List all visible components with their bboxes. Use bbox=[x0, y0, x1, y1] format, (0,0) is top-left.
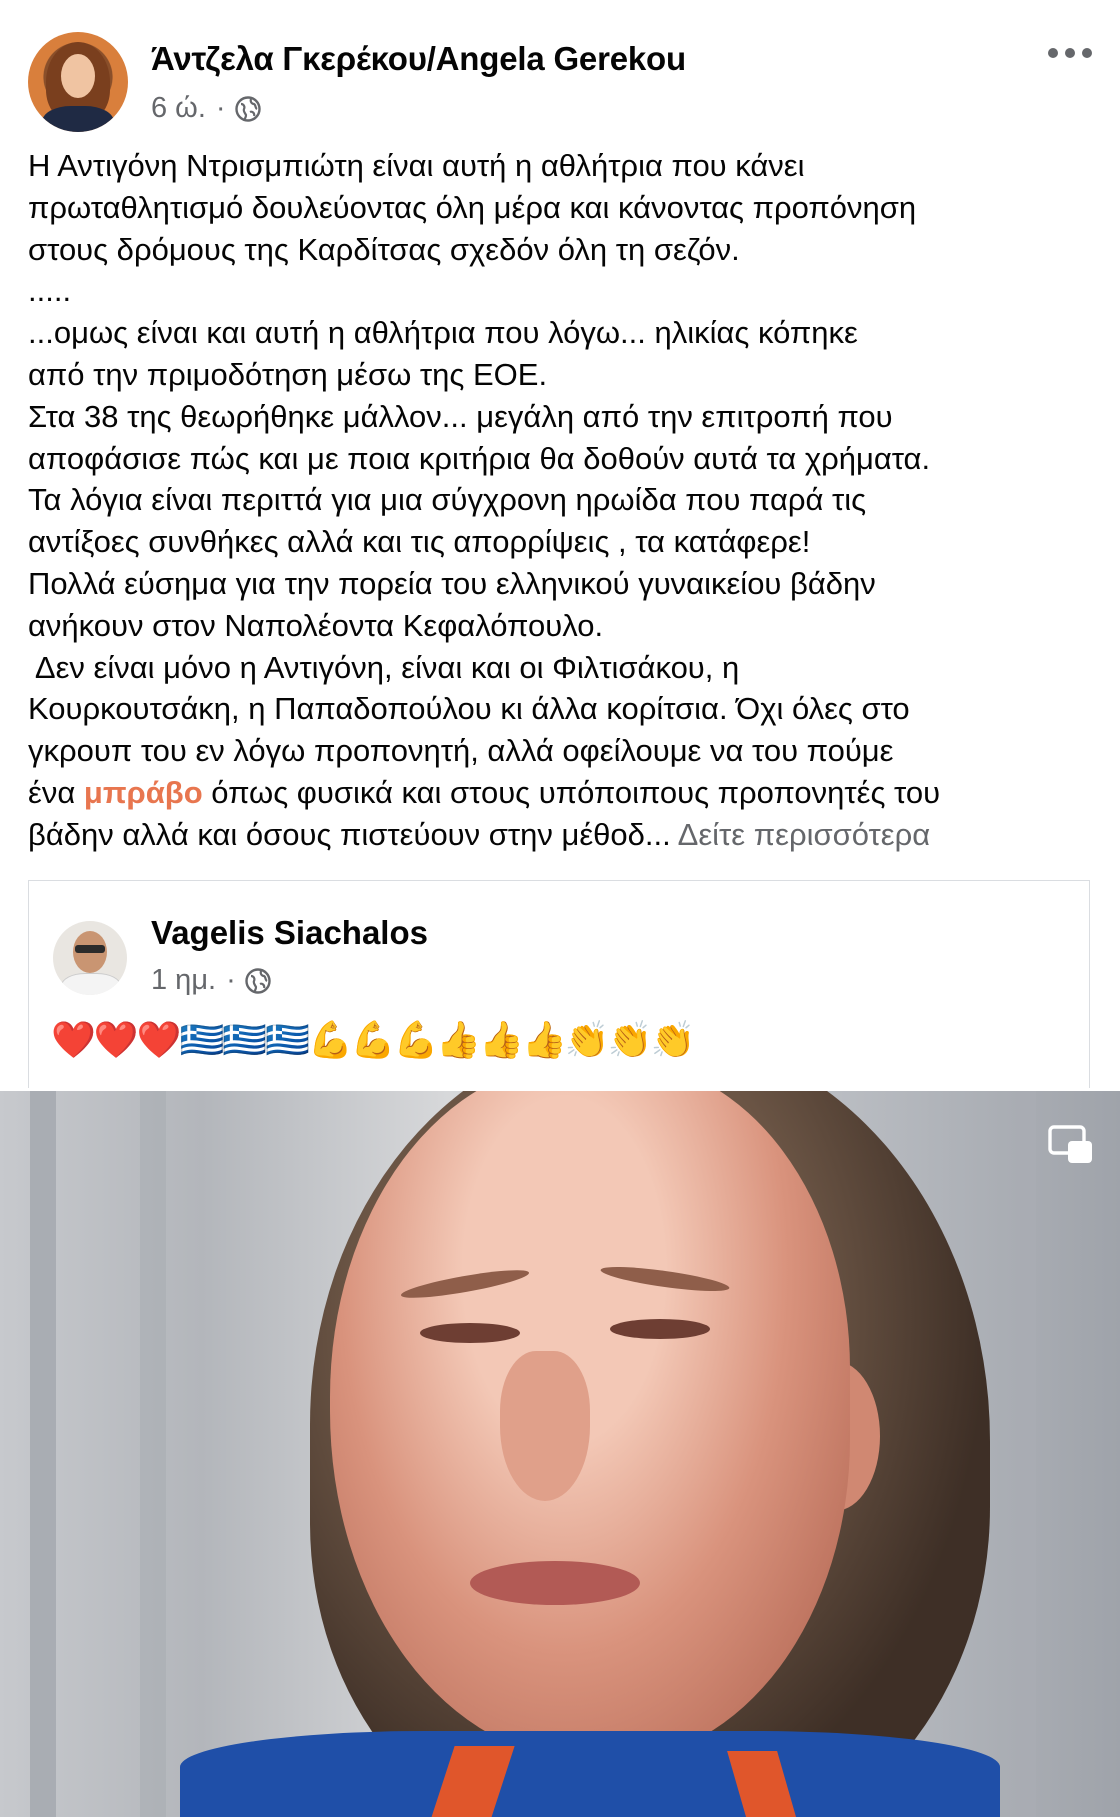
shared-post-meta: 1 ημ. · bbox=[151, 964, 272, 997]
post-text-line: βάδην αλλά και όσους πιστεύουν στην μέθο… bbox=[28, 814, 1100, 856]
author-avatar[interactable] bbox=[28, 32, 128, 132]
facebook-post: Άντζελα Γκερέκου/Angela Gerekou 6 ώ. · Η… bbox=[0, 0, 1120, 1817]
post-text-line: αποφάσισε πώς και με ποια κριτήρια θα δο… bbox=[28, 440, 931, 476]
post-text-line: γκρουπ του εν λόγω προπονητή, αλλά οφείλ… bbox=[28, 733, 894, 769]
post-text-fragment: βάδην αλλά και όσους πιστεύουν στην μέθο… bbox=[28, 816, 678, 852]
meta-separator: · bbox=[226, 964, 236, 996]
post-text-line: Κουρκουτσάκη, η Παπαδοπούλου κι άλλα κορ… bbox=[28, 691, 910, 727]
post-text-line: Στα 38 της θεωρήθηκε μάλλον... μεγάλη απ… bbox=[28, 398, 893, 434]
avatar-face bbox=[61, 54, 95, 98]
globe-icon[interactable] bbox=[244, 967, 272, 995]
photo-mouth bbox=[470, 1561, 640, 1605]
post-text-line: ένα μπράβο όπως φυσικά και στους υπόποιπ… bbox=[28, 772, 1100, 814]
post-photo[interactable] bbox=[0, 1091, 1120, 1817]
post-meta: 6 ώ. · bbox=[151, 92, 262, 125]
shared-post-card[interactable]: Vagelis Siachalos 1 ημ. · ❤️❤️❤️🇬🇷🇬🇷🇬🇷💪💪… bbox=[28, 880, 1090, 1088]
see-more-link[interactable]: Δείτε περισσότερα bbox=[678, 817, 931, 852]
photo-shirt bbox=[180, 1731, 1000, 1817]
post-text-line: ...ομως είναι και αυτή η αθλήτρια που λό… bbox=[28, 315, 858, 351]
shared-post-timestamp[interactable]: 1 ημ. bbox=[151, 964, 216, 997]
post-text-line: ανήκουν στον Ναπολέοντα Κεφαλόπουλο. bbox=[28, 607, 604, 643]
post-text-fragment: όπως φυσικά και στους υπόποιπους προπονη… bbox=[202, 774, 941, 810]
more-dot bbox=[1082, 48, 1092, 58]
avatar-glasses bbox=[75, 945, 105, 953]
post-text-line: Δεν είναι μόνο η Αντιγόνη, είναι και οι … bbox=[28, 649, 740, 685]
more-options-icon[interactable] bbox=[1048, 38, 1092, 68]
post-text-line: Πολλά εύσημα για την πορεία του ελληνικο… bbox=[28, 565, 876, 601]
avatar-body bbox=[42, 106, 114, 132]
photo-face bbox=[330, 1091, 850, 1761]
post-text-line: Τα λόγια είναι περιττά για μια σύγχρονη … bbox=[28, 482, 867, 518]
picture-in-picture-icon[interactable] bbox=[1048, 1125, 1094, 1165]
post-text-line: στους δρόμους της Καρδίτσας σχεδόν όλη τ… bbox=[28, 231, 740, 267]
avatar-shirt bbox=[61, 973, 121, 995]
more-dot bbox=[1048, 48, 1058, 58]
globe-icon[interactable] bbox=[234, 95, 262, 123]
shared-post-emojis: ❤️❤️❤️🇬🇷🇬🇷🇬🇷💪💪💪👍👍👍👏👏👏 bbox=[51, 1020, 695, 1061]
photo-nose bbox=[500, 1351, 590, 1501]
author-name[interactable]: Άντζελα Γκερέκου/Angela Gerekou bbox=[151, 40, 686, 78]
photo-eye bbox=[610, 1319, 710, 1339]
shared-author-name[interactable]: Vagelis Siachalos bbox=[151, 914, 428, 952]
post-timestamp[interactable]: 6 ώ. bbox=[151, 92, 206, 125]
highlighted-word: μπράβο bbox=[83, 774, 203, 810]
more-dot bbox=[1065, 48, 1075, 58]
post-header: Άντζελα Γκερέκου/Angela Gerekou 6 ώ. · bbox=[28, 32, 1092, 136]
post-text-line: από την πριμοδότηση μέσω της ΕΟΕ. bbox=[28, 356, 548, 392]
post-text-line: πρωταθλητισμό δουλεύοντας όλη μέρα και κ… bbox=[28, 189, 917, 225]
background-post bbox=[30, 1091, 56, 1817]
post-text-line: Η Αντιγόνη Ντρισμπιώτη είναι αυτή η αθλή… bbox=[28, 148, 805, 183]
post-text-fragment: ένα bbox=[28, 774, 84, 810]
photo-eye bbox=[420, 1323, 520, 1343]
background-post bbox=[140, 1091, 166, 1817]
shared-author-avatar[interactable] bbox=[53, 921, 127, 995]
post-text-line: ..... bbox=[28, 273, 72, 309]
post-text-line: αντίξοες συνθήκες αλλά και τις απορρίψει… bbox=[28, 524, 811, 560]
meta-separator: · bbox=[215, 92, 226, 124]
post-text: Η Αντιγόνη Ντρισμπιώτη είναι αυτή η αθλή… bbox=[28, 145, 1100, 856]
background-post bbox=[1010, 1091, 1036, 1817]
